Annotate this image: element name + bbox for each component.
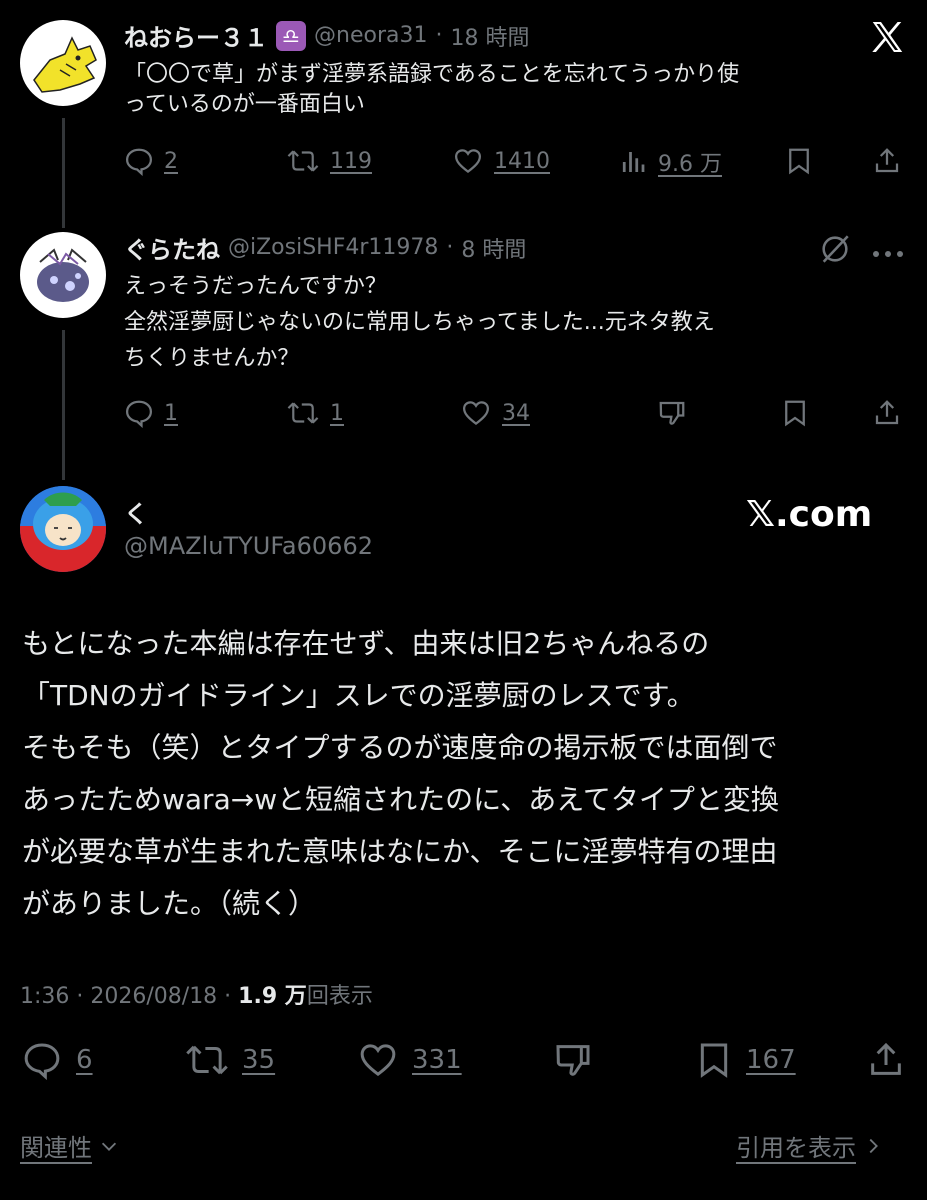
views-count: 9.6 万 bbox=[658, 152, 722, 177]
retweet-icon bbox=[287, 402, 319, 424]
bookmark-icon bbox=[789, 148, 809, 175]
reply-icon bbox=[125, 400, 153, 428]
separator: · bbox=[435, 23, 443, 48]
bookmark-icon bbox=[785, 400, 805, 427]
avatar[interactable] bbox=[20, 232, 106, 318]
thread-line bbox=[62, 118, 65, 228]
reply-button[interactable]: 1 bbox=[124, 398, 178, 428]
share-icon bbox=[875, 148, 899, 173]
display-name[interactable]: ねおらー３１ bbox=[124, 18, 268, 53]
retweet-button[interactable]: 119 bbox=[286, 146, 372, 176]
share-button[interactable] bbox=[872, 146, 902, 176]
like-button[interactable]: 34 bbox=[460, 398, 530, 428]
libra-badge: ♎ bbox=[276, 20, 306, 51]
related-sort-button[interactable]: 関連性 bbox=[20, 1128, 120, 1163]
tweet-text-line: あったためwara→wと短縮されたのに、あえてタイプと変換 bbox=[22, 783, 779, 816]
retweet-button[interactable]: 1 bbox=[286, 398, 344, 428]
reply-count: 2 bbox=[164, 148, 178, 174]
thread-line bbox=[62, 330, 65, 480]
tweet-text-line: っているのが一番面白い bbox=[124, 92, 365, 117]
retweet-button[interactable]: 35 bbox=[184, 1040, 275, 1080]
like-icon bbox=[360, 1044, 396, 1077]
share-button[interactable] bbox=[866, 1040, 906, 1080]
tweet-text-line: 全然淫夢厨じゃないのに常用しちゃってました...元ネタ教え bbox=[124, 310, 715, 335]
reply-button[interactable]: 6 bbox=[20, 1040, 93, 1080]
related-label: 関連性 bbox=[20, 1134, 92, 1162]
more-icon[interactable] bbox=[870, 244, 906, 257]
retweet-count: 35 bbox=[242, 1045, 276, 1075]
bookmark-count: 167 bbox=[746, 1045, 796, 1075]
timestamp[interactable]: 18 時間 bbox=[450, 20, 529, 52]
chevron-right-icon bbox=[869, 1138, 878, 1153]
like-icon bbox=[454, 149, 482, 174]
timestamp[interactable]: 8 時間 bbox=[461, 232, 526, 264]
handle[interactable]: @iZosiSHF4r11978 bbox=[228, 235, 438, 260]
view-quotes-label: 引用を表示 bbox=[736, 1134, 856, 1162]
tweet-meta: 1:36 · 2026/08/18 · 1.9 万回表示 bbox=[20, 978, 373, 1010]
separator: · bbox=[446, 235, 454, 260]
x-logo-icon[interactable] bbox=[868, 18, 906, 56]
like-icon bbox=[462, 401, 490, 426]
share-icon bbox=[875, 400, 899, 425]
bookmark-button[interactable] bbox=[780, 398, 810, 428]
dislike-icon bbox=[659, 401, 685, 425]
view-count: 1.9 万 bbox=[238, 984, 307, 1009]
tweet-timestamp[interactable]: 1:36 · 2026/08/18 · bbox=[20, 984, 238, 1009]
handle[interactable]: @MAZluTYUFa60662 bbox=[124, 532, 373, 560]
like-count: 1410 bbox=[494, 148, 550, 174]
tweet-text-line: が必要な草が生まれた意味はなにか、そこに淫夢特有の理由 bbox=[22, 835, 778, 868]
retweet-count: 1 bbox=[330, 400, 344, 426]
display-name[interactable]: く bbox=[124, 500, 148, 528]
tweet-text-line: 「TDNのガイドライン」スレでの淫夢厨のレスです。 bbox=[22, 679, 695, 712]
share-button[interactable] bbox=[872, 398, 902, 428]
reply-button[interactable]: 2 bbox=[124, 146, 178, 176]
display-name[interactable]: ぐらたね bbox=[124, 230, 220, 265]
bookmark-icon bbox=[700, 1043, 728, 1078]
share-icon bbox=[871, 1042, 901, 1075]
tweet-text-line: そもそも（笑）とタイプするのが速度命の掲示板では面倒で bbox=[22, 731, 778, 764]
grok-icon[interactable] bbox=[818, 232, 852, 266]
bookmark-button[interactable]: 167 bbox=[694, 1040, 796, 1080]
avatar[interactable] bbox=[20, 20, 106, 106]
retweet-count: 119 bbox=[330, 148, 372, 174]
watermark: 𝕏.com bbox=[746, 494, 873, 535]
like-button[interactable]: 331 bbox=[356, 1040, 462, 1080]
dislike-icon bbox=[556, 1045, 590, 1076]
tweet-text-line: もとになった本編は存在せず、由来は旧2ちゃんねるの bbox=[22, 627, 710, 660]
like-count: 34 bbox=[502, 400, 530, 426]
tweet-text-line: 「〇〇で草」がまず淫夢系語録であることを忘れてうっかり使 bbox=[124, 62, 740, 87]
view-quotes-link[interactable]: 引用を表示 bbox=[736, 1128, 884, 1163]
handle[interactable]: @neora31 bbox=[314, 23, 427, 48]
chevron-down-icon bbox=[101, 1142, 117, 1151]
dislike-button[interactable] bbox=[552, 1040, 594, 1080]
retweet-icon bbox=[287, 150, 319, 172]
reply-count: 6 bbox=[76, 1045, 93, 1075]
reply-icon bbox=[125, 148, 153, 176]
reply-icon bbox=[24, 1043, 60, 1080]
tweet-text-line: ちくりませんか？ bbox=[124, 346, 300, 371]
avatar[interactable] bbox=[20, 486, 106, 572]
like-button[interactable]: 1410 bbox=[452, 146, 550, 176]
retweet-icon bbox=[186, 1045, 228, 1075]
dislike-button[interactable] bbox=[656, 398, 688, 428]
views-icon bbox=[622, 152, 645, 172]
tweet-text-line: えっそうだったんですか？ bbox=[124, 274, 387, 299]
view-label: 回表示 bbox=[306, 984, 373, 1009]
views-button[interactable]: 9.6 万 bbox=[618, 146, 722, 178]
like-count: 331 bbox=[412, 1045, 462, 1075]
reply-count: 1 bbox=[164, 400, 178, 426]
bookmark-button[interactable] bbox=[784, 146, 814, 176]
tweet-text-line: がありました。（続く） bbox=[22, 887, 317, 920]
